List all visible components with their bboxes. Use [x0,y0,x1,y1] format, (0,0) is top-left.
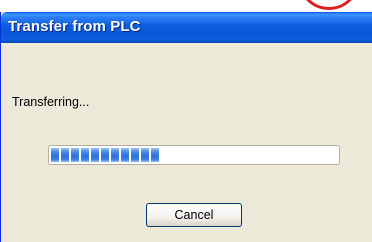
progress-block [121,148,129,162]
progress-block [51,148,59,162]
annotation-circle [298,0,360,10]
progress-block [91,148,99,162]
progress-block [61,148,69,162]
progress-block [141,148,149,162]
progress-block [71,148,79,162]
status-label: Transferring... [12,95,90,109]
transfer-dialog: Transfer from PLC Transferring... Cancel [0,12,372,242]
progress-block [81,148,89,162]
screenshot-scene: Transfer from PLC Transferring... Cancel [0,0,372,242]
progress-block [101,148,109,162]
title-bar[interactable]: Transfer from PLC [1,12,372,43]
progress-fill [51,148,159,162]
window-title: Transfer from PLC [8,18,141,35]
progress-block [131,148,139,162]
progress-bar [48,145,340,165]
cancel-button[interactable]: Cancel [146,203,242,227]
progress-block [151,148,159,162]
progress-block [111,148,119,162]
